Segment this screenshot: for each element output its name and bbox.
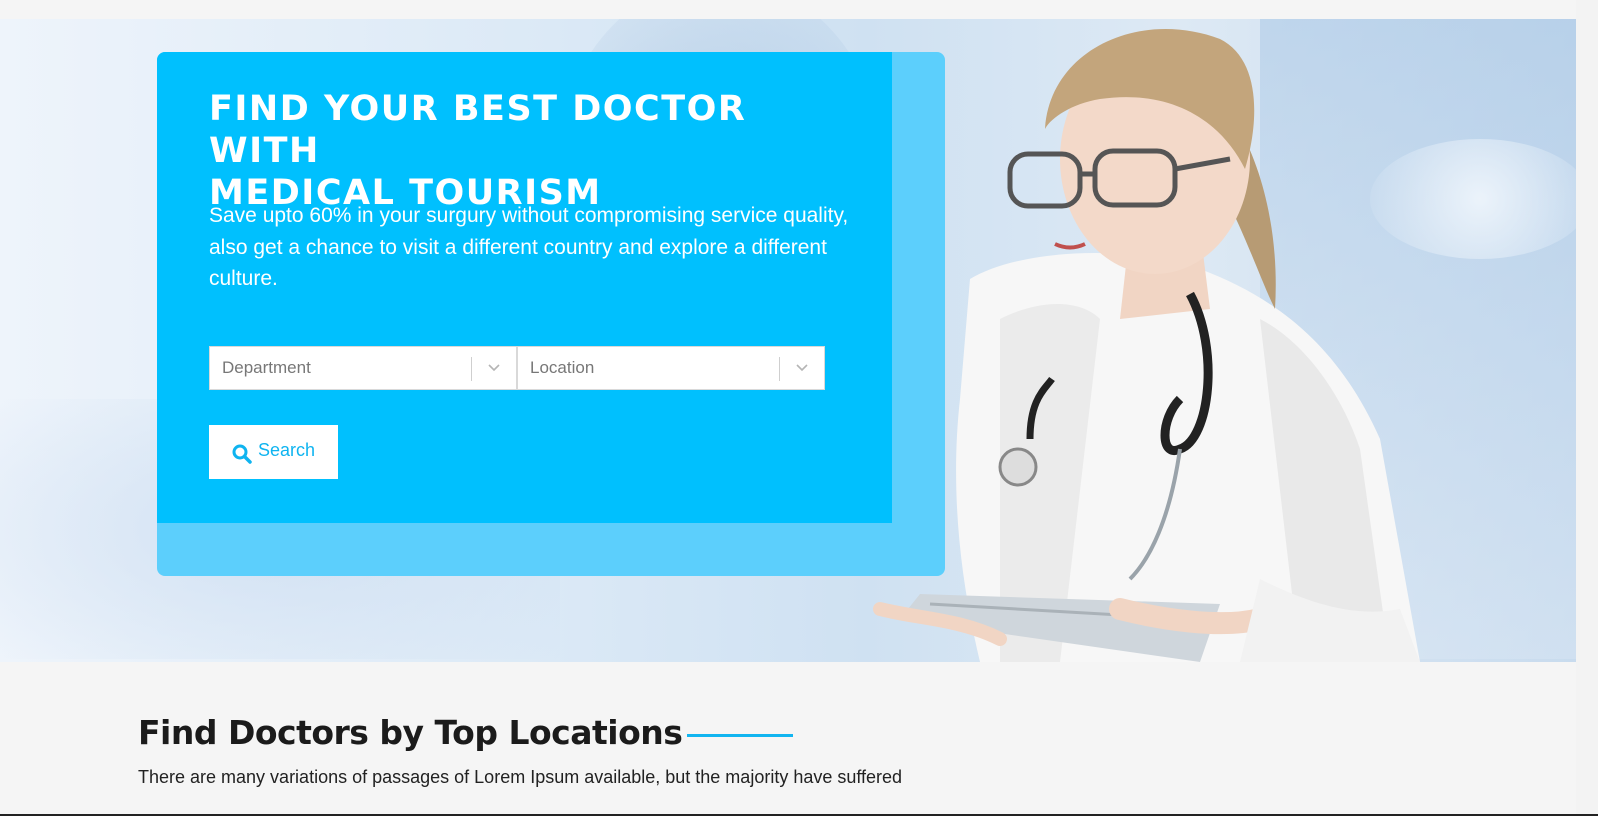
hero-headline: FIND YOUR BEST DOCTOR WITH MEDICAL TOURI… bbox=[209, 88, 849, 214]
select-separator bbox=[471, 357, 472, 381]
lead-line: Save upto 60% in your surgury without co… bbox=[209, 204, 849, 227]
location-select-value: Location bbox=[530, 358, 595, 377]
scrollbar-track[interactable] bbox=[1576, 0, 1598, 816]
page: FIND YOUR BEST DOCTOR WITH MEDICAL TOURI… bbox=[0, 0, 1598, 816]
top-strip bbox=[0, 0, 1598, 19]
title-underline bbox=[687, 734, 793, 737]
location-select[interactable]: Location bbox=[517, 346, 825, 390]
department-select-value: Department bbox=[222, 358, 311, 377]
headline-line: FIND YOUR BEST DOCTOR WITH bbox=[209, 89, 747, 171]
section-title: Find Doctors by Top Locations bbox=[138, 713, 683, 752]
department-select[interactable]: Department bbox=[209, 346, 517, 390]
chevron-down-icon[interactable] bbox=[486, 359, 502, 375]
hero-lead: Save upto 60% in your surgury without co… bbox=[209, 200, 859, 295]
search-icon bbox=[232, 444, 252, 464]
search-button[interactable]: Search bbox=[209, 425, 338, 479]
section-subtitle: There are many variations of passages of… bbox=[138, 767, 903, 787]
search-button-label: Search bbox=[258, 440, 316, 460]
chevron-down-icon[interactable] bbox=[794, 359, 810, 375]
select-separator bbox=[779, 357, 780, 381]
lead-line: also get a chance to visit a different c… bbox=[209, 235, 827, 291]
